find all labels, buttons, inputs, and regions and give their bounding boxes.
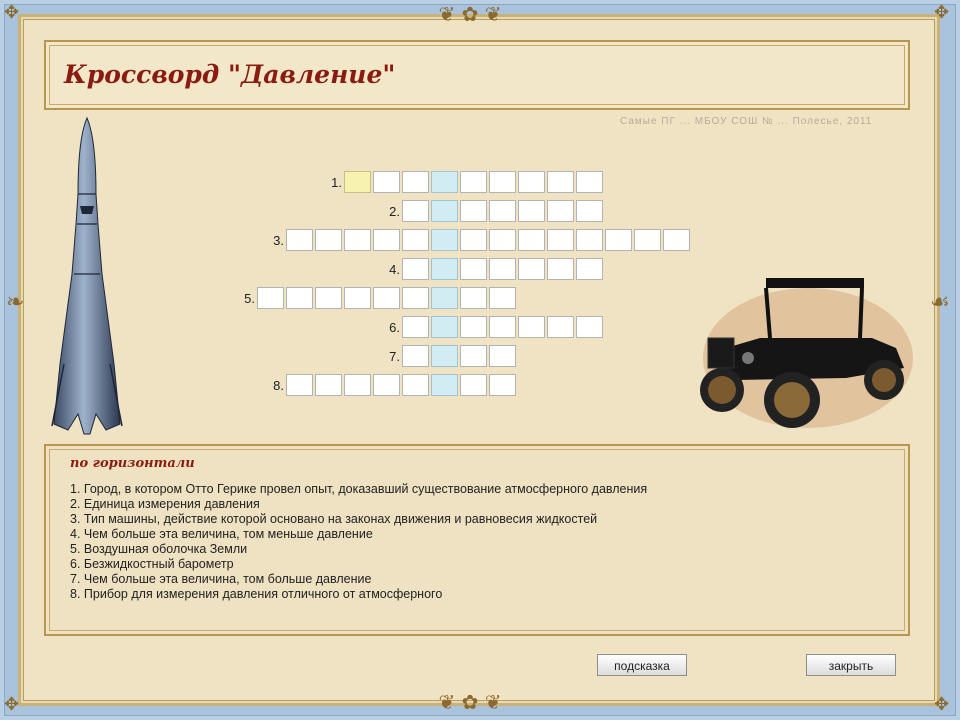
- crossword-cell[interactable]: [344, 374, 371, 396]
- row-number-label: 1.: [331, 175, 342, 190]
- right-ornament-icon: ☙: [930, 290, 950, 315]
- crossword-cell[interactable]: [344, 229, 371, 251]
- crossword-cell[interactable]: [460, 229, 487, 251]
- car-icon: [700, 278, 913, 428]
- crossword-cell[interactable]: [547, 258, 574, 280]
- crossword-cell[interactable]: [489, 200, 516, 222]
- crossword-cell[interactable]: [402, 200, 429, 222]
- crossword-cell[interactable]: [373, 171, 400, 193]
- crossword-cell[interactable]: [460, 345, 487, 367]
- crossword-cell[interactable]: [402, 287, 429, 309]
- crossword-cell[interactable]: [518, 200, 545, 222]
- crossword-cell[interactable]: [402, 316, 429, 338]
- row-number-label: 7.: [389, 349, 400, 364]
- crossword-cell[interactable]: [460, 200, 487, 222]
- crossword-cell[interactable]: [344, 287, 371, 309]
- crossword-cell[interactable]: [518, 258, 545, 280]
- crossword-cell[interactable]: [402, 345, 429, 367]
- crossword-cell[interactable]: [373, 229, 400, 251]
- crossword-cell[interactable]: [489, 229, 516, 251]
- crossword-cell[interactable]: [489, 258, 516, 280]
- crossword-cell[interactable]: [402, 374, 429, 396]
- crossword-cell[interactable]: [402, 258, 429, 280]
- crossword-cell[interactable]: [460, 287, 487, 309]
- corner-ornament-icon: ✥: [934, 2, 950, 23]
- crossword-cell[interactable]: [431, 287, 458, 309]
- row-number-label: 8.: [273, 378, 284, 393]
- crossword-cell[interactable]: [518, 171, 545, 193]
- left-ornament-icon: ❧: [6, 290, 25, 315]
- crossword-cell[interactable]: [576, 258, 603, 280]
- crossword-cell[interactable]: [605, 229, 632, 251]
- clue-item: 6. Безжидкостный барометр: [70, 557, 234, 571]
- close-button[interactable]: закрыть: [806, 654, 896, 676]
- crossword-cell[interactable]: [460, 374, 487, 396]
- crossword-cell[interactable]: [431, 345, 458, 367]
- clue-item: 1. Город, в котором Отто Герике провел о…: [70, 482, 648, 496]
- crossword-cell[interactable]: [576, 316, 603, 338]
- crossword-cell[interactable]: [286, 287, 313, 309]
- clue-item: 4. Чем больше эта величина, том меньше д…: [70, 527, 373, 541]
- crossword-cell[interactable]: [373, 374, 400, 396]
- crossword-cell[interactable]: [663, 229, 690, 251]
- crossword-cell[interactable]: [547, 200, 574, 222]
- crossword-cell[interactable]: [344, 171, 371, 193]
- crossword-cell[interactable]: [518, 229, 545, 251]
- corner-ornament-icon: ✥: [934, 694, 950, 715]
- corner-ornament-icon: ✥: [4, 694, 20, 715]
- row-number-label: 3.: [273, 233, 284, 248]
- crossword-cell[interactable]: [460, 258, 487, 280]
- crossword-cell[interactable]: [431, 200, 458, 222]
- top-ornament-icon: ❦ ✿ ❦: [438, 2, 502, 26]
- rocket-icon: [51, 116, 123, 435]
- hint-button[interactable]: подсказка: [597, 654, 687, 676]
- crossword-cell[interactable]: [518, 316, 545, 338]
- crossword-cell[interactable]: [489, 287, 516, 309]
- crossword-cell[interactable]: [576, 200, 603, 222]
- bottom-ornament-icon: ❦ ✿ ❦: [438, 690, 502, 714]
- crossword-cell[interactable]: [489, 345, 516, 367]
- author-caption: Самые ПГ ... МБОУ СОШ № ... Полесье, 201…: [620, 116, 873, 127]
- crossword-cell[interactable]: [431, 374, 458, 396]
- crossword-cell[interactable]: [373, 287, 400, 309]
- crossword-cell[interactable]: [431, 258, 458, 280]
- crossword-cell[interactable]: [460, 316, 487, 338]
- crossword-cell[interactable]: [286, 374, 313, 396]
- clue-item: 5. Воздушная оболочка Земли: [70, 542, 248, 556]
- crossword-cell[interactable]: [489, 374, 516, 396]
- row-number-label: 4.: [389, 262, 400, 277]
- clue-item: 2. Единица измерения давления: [70, 497, 260, 511]
- crossword-cell[interactable]: [431, 316, 458, 338]
- crossword-cell[interactable]: [489, 171, 516, 193]
- crossword-cell[interactable]: [460, 171, 487, 193]
- row-number-label: 5.: [244, 291, 255, 306]
- corner-ornament-icon: ✥: [4, 2, 20, 23]
- crossword-cell[interactable]: [315, 287, 342, 309]
- crossword-cell[interactable]: [431, 229, 458, 251]
- crossword-cell[interactable]: [634, 229, 661, 251]
- clues-heading: по горизонтали: [70, 456, 195, 471]
- crossword-cell[interactable]: [576, 171, 603, 193]
- clue-item: 8. Прибор для измерения давления отлично…: [70, 587, 443, 601]
- crossword-cell[interactable]: [576, 229, 603, 251]
- crossword-cell[interactable]: [402, 229, 429, 251]
- crossword-cell[interactable]: [402, 171, 429, 193]
- crossword-cell[interactable]: [547, 229, 574, 251]
- crossword-cell[interactable]: [286, 229, 313, 251]
- crossword-cell[interactable]: [489, 316, 516, 338]
- clue-item: 3. Тип машины, действие которой основано…: [70, 512, 598, 526]
- crossword-cell[interactable]: [547, 171, 574, 193]
- crossword-cell[interactable]: [257, 287, 284, 309]
- clue-item: 7. Чем больше эта величина, том больше д…: [70, 572, 372, 586]
- crossword-cell[interactable]: [431, 171, 458, 193]
- page-title: Кроссворд "Давление": [64, 60, 396, 89]
- row-number-label: 2.: [389, 204, 400, 219]
- crossword-cell[interactable]: [547, 316, 574, 338]
- crossword-cell[interactable]: [315, 374, 342, 396]
- crossword-cell[interactable]: [315, 229, 342, 251]
- row-number-label: 6.: [389, 320, 400, 335]
